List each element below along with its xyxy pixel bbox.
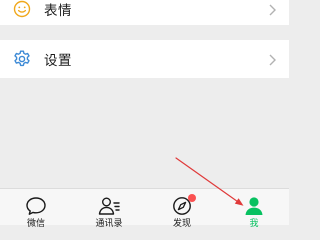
gear-icon — [12, 49, 32, 69]
contacts-icon — [97, 195, 121, 217]
tab-discover-label: 发现 — [172, 219, 191, 229]
menu-item-settings-label: 设置 — [44, 53, 72, 69]
tab-discover[interactable]: 发现 — [157, 189, 207, 229]
bottom-tab-bar: 微信 通讯录 发现 我 — [0, 188, 289, 229]
menu-item-settings[interactable]: 设置 — [0, 40, 289, 78]
tab-me-label: 我 — [249, 219, 259, 229]
chevron-right-icon — [267, 2, 277, 16]
chat-bubble-icon — [24, 195, 48, 217]
chevron-right-icon — [267, 52, 277, 66]
menu-item-emoji[interactable]: 表情 — [0, 0, 289, 25]
person-icon — [242, 195, 266, 217]
tab-chats-label: 微信 — [26, 219, 45, 229]
menu-item-emoji-label: 表情 — [44, 2, 72, 19]
notification-badge — [188, 194, 196, 202]
tab-contacts[interactable]: 通讯录 — [84, 189, 134, 229]
tab-contacts-label: 通讯录 — [95, 219, 123, 229]
emoji-icon — [12, 0, 32, 19]
tab-me[interactable]: 我 — [229, 189, 279, 229]
tab-chats[interactable]: 微信 — [11, 189, 61, 229]
